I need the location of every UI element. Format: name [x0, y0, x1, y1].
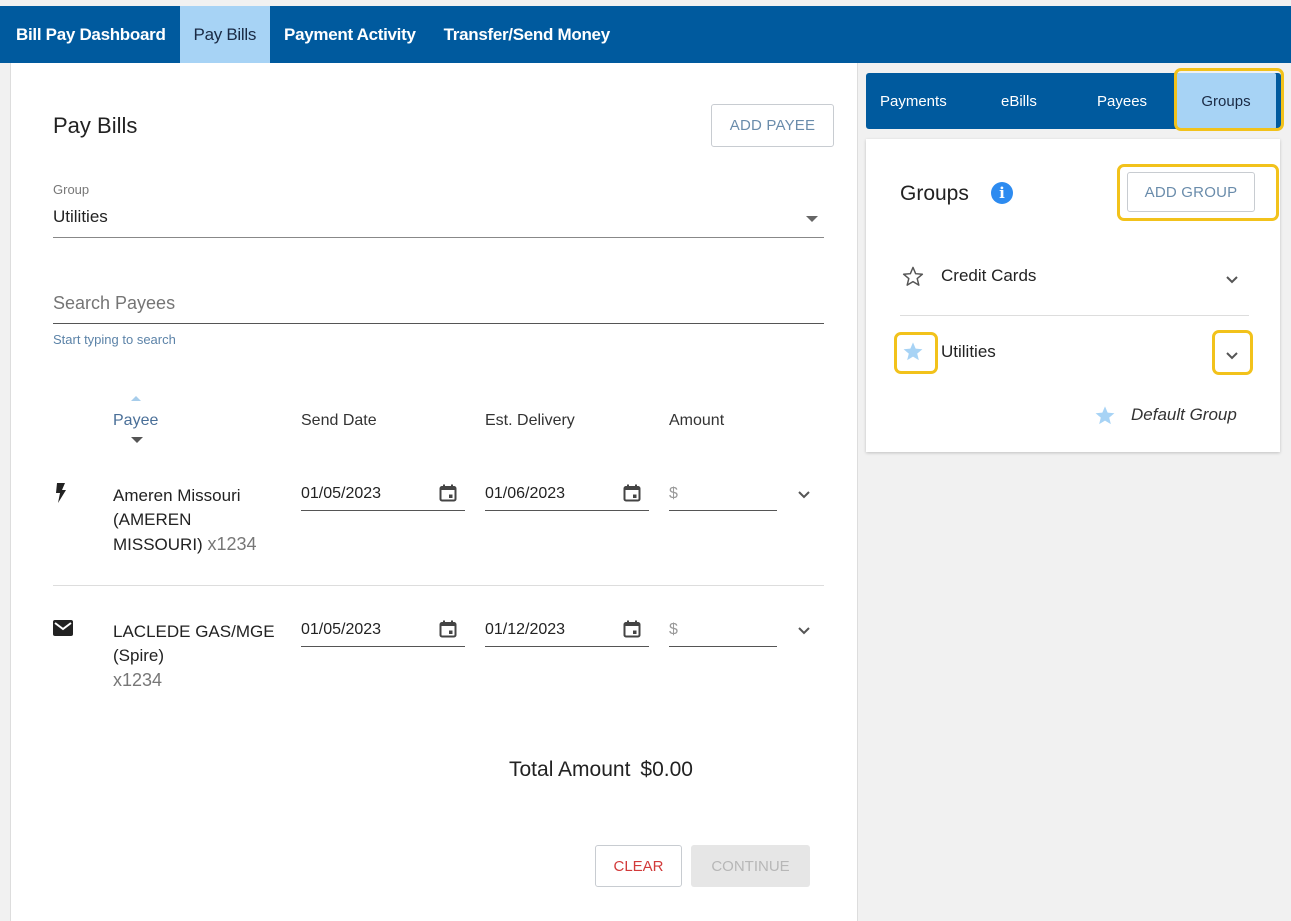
highlight-utilities-star [894, 332, 938, 374]
total-amount: Total Amount $0.00 [509, 758, 693, 782]
group-divider [900, 315, 1249, 316]
highlight-add-group [1117, 164, 1279, 221]
highlight-utilities-chevron [1212, 330, 1253, 375]
tab-payees[interactable]: Payees [1097, 73, 1147, 129]
payee-name: LACLEDE GAS/MGE (Spire) x1234 [113, 620, 283, 693]
calendar-icon[interactable] [623, 484, 641, 507]
calendar-icon[interactable] [439, 620, 457, 643]
group-field-label: Group [53, 182, 90, 197]
total-value: $0.00 [640, 758, 693, 781]
calendar-icon[interactable] [439, 484, 457, 507]
search-underline [53, 323, 824, 324]
column-header-amount: Amount [669, 412, 725, 429]
amount-input[interactable]: $ [669, 615, 777, 647]
chevron-down-icon[interactable] [797, 487, 811, 505]
chevron-down-icon[interactable] [797, 623, 811, 641]
top-nav: Bill Pay Dashboard Pay Bills Payment Act… [0, 6, 1291, 63]
dropdown-caret-icon[interactable] [806, 216, 818, 222]
calendar-icon[interactable] [623, 620, 641, 643]
row-divider [53, 585, 824, 586]
group-item-utilities[interactable]: Utilities [941, 342, 996, 362]
chevron-down-icon[interactable] [1225, 272, 1239, 290]
tab-pay-bills[interactable]: Pay Bills [179, 6, 271, 63]
star-outline-icon[interactable] [902, 266, 924, 292]
est-delivery-value: 01/06/2023 [485, 485, 566, 502]
continue-button[interactable]: CONTINUE [691, 845, 810, 887]
payee-name: Ameren Missouri (AMEREN MISSOURI) x1234 [113, 484, 283, 557]
highlight-groups-tab [1174, 68, 1284, 131]
column-header-payee[interactable]: Payee [113, 412, 158, 430]
clear-button[interactable]: CLEAR [595, 845, 682, 887]
tab-transfer-send-money[interactable]: Transfer/Send Money [430, 6, 624, 63]
search-payees-input[interactable] [53, 293, 824, 314]
page-title: Pay Bills [53, 113, 138, 138]
tab-ebills[interactable]: eBills [1001, 73, 1037, 129]
est-delivery-value: 01/12/2023 [485, 621, 566, 638]
currency-prefix: $ [669, 621, 678, 638]
send-date-field[interactable]: 01/05/2023 [301, 479, 465, 511]
sort-descending-icon[interactable] [131, 437, 143, 443]
send-date-value: 01/05/2023 [301, 621, 382, 638]
default-group-legend: Default Group [1131, 405, 1237, 424]
payee-name-text: LACLEDE GAS/MGE (Spire) [113, 622, 275, 665]
add-payee-button[interactable]: ADD PAYEE [711, 104, 834, 147]
amount-input[interactable]: $ [669, 479, 777, 511]
sort-ascending-icon[interactable] [131, 396, 141, 401]
column-header-est-delivery: Est. Delivery [485, 412, 575, 429]
tab-payments[interactable]: Payments [880, 73, 947, 129]
mail-icon [53, 620, 73, 641]
est-delivery-field[interactable]: 01/12/2023 [485, 615, 649, 647]
est-delivery-field[interactable]: 01/06/2023 [485, 479, 649, 511]
pay-bills-card: Pay Bills ADD PAYEE Group Utilities Star… [10, 63, 858, 921]
info-icon[interactable]: i [991, 182, 1013, 204]
send-date-field[interactable]: 01/05/2023 [301, 615, 465, 647]
tab-bill-pay-dashboard[interactable]: Bill Pay Dashboard [2, 6, 180, 63]
payee-account: x1234 [207, 534, 257, 554]
lightning-icon [55, 483, 67, 508]
payee-account: x1234 [113, 670, 163, 690]
total-label: Total Amount [509, 758, 631, 781]
tab-payment-activity[interactable]: Payment Activity [270, 6, 430, 63]
group-underline [53, 237, 824, 238]
group-select[interactable]: Utilities [53, 207, 108, 227]
star-filled-icon [1094, 405, 1116, 431]
column-header-send-date: Send Date [301, 412, 377, 429]
search-hint: Start typing to search [53, 332, 176, 347]
groups-title: Groups [900, 182, 969, 205]
send-date-value: 01/05/2023 [301, 485, 382, 502]
group-item-credit-cards[interactable]: Credit Cards [941, 266, 1036, 286]
currency-prefix: $ [669, 485, 678, 502]
